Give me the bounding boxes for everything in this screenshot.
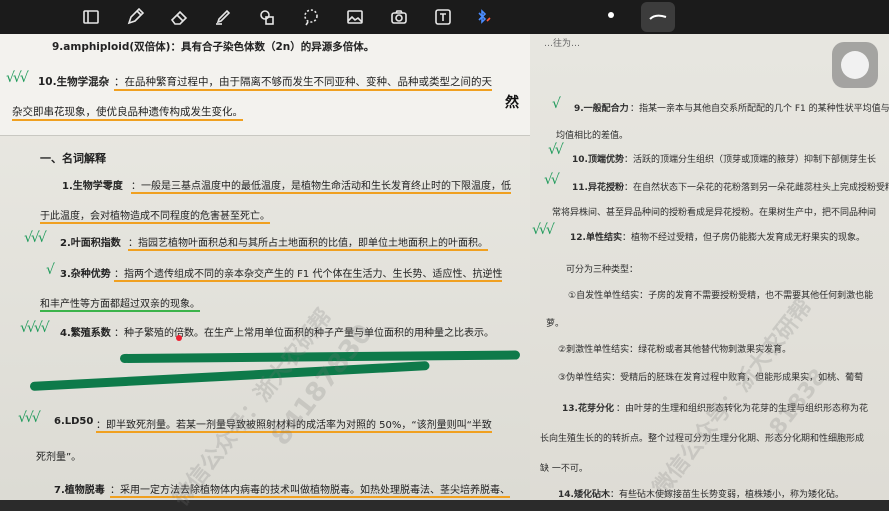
highlighter-icon[interactable] bbox=[212, 6, 234, 28]
definition-text: ：在品种繁育过程中，由于隔离不够而发生不同亚种、变种、品种或类型之间的天 bbox=[114, 74, 492, 91]
term-label: 12.单性结实 bbox=[570, 233, 622, 243]
stamp-glyph: 然 bbox=[505, 95, 519, 111]
section-heading: 一、名词解释 bbox=[40, 152, 106, 165]
pen-icon[interactable] bbox=[124, 6, 146, 28]
definition-text: ：一般是三基点温度中的最低温度，是植物生命活动和生长发育终止时的下限温度，低 bbox=[131, 177, 511, 194]
eraser-icon[interactable] bbox=[168, 6, 190, 28]
bluetooth-pen-icon[interactable] bbox=[472, 6, 494, 28]
check-mark: √√ bbox=[544, 172, 560, 188]
term-label: 7.植物脱毒 bbox=[54, 485, 105, 496]
definition-text: 杂交即串花现象，使优良品种遗传构成发生变化。 bbox=[12, 104, 243, 121]
lasso-icon[interactable] bbox=[300, 6, 322, 28]
term-label: 1.生物学零度 bbox=[62, 181, 123, 192]
shapes-icon[interactable] bbox=[256, 6, 278, 28]
definition-text: ①自发性单性结实：子房的发育不需要授粉受精，也不需要其他任何刺激也能 bbox=[568, 291, 874, 301]
term-label: 14.矮化砧木 bbox=[558, 490, 610, 500]
term-label: 13.花芽分化 bbox=[562, 404, 614, 414]
check-mark: √√√ bbox=[18, 410, 41, 426]
definition-text: 常将异株间、甚至异品种间的授粉看成是异花授粉。在果树生产中，把不同品种间 bbox=[552, 208, 877, 218]
check-mark: √√√√ bbox=[20, 320, 50, 336]
red-dot-mark bbox=[176, 335, 182, 341]
term-label: 10.顶端优势 bbox=[572, 155, 624, 165]
page-text: …往为… bbox=[544, 39, 581, 49]
definition-text: 死剂量”。 bbox=[36, 452, 82, 463]
camera-icon[interactable] bbox=[388, 6, 410, 28]
check-mark: √√√ bbox=[6, 70, 29, 86]
definition-text: ：植物不经过受精，但子房仍能膨大发育成无籽果实的现象。 bbox=[622, 233, 866, 243]
definition-text: 可分为三种类型： bbox=[566, 265, 639, 275]
stroke-sample-icon bbox=[649, 14, 667, 20]
definition-text: 均值相比的差值。 bbox=[556, 131, 629, 141]
stroke-width-button[interactable] bbox=[641, 2, 675, 32]
definition-text: 和丰产性等方面都超过双亲的现象。 bbox=[40, 295, 200, 312]
green-marker-stroke bbox=[119, 350, 521, 363]
definition-text: ：有些砧木使嫁接苗生长势变弱，植株矮小，称为矮化砧。 bbox=[610, 490, 845, 500]
assistive-touch-button[interactable] bbox=[832, 42, 878, 88]
definition-text: 缺 一不可。 bbox=[540, 464, 588, 474]
image-icon[interactable] bbox=[344, 6, 366, 28]
assistive-touch-knob bbox=[841, 51, 869, 79]
definition-text: 萝。 bbox=[546, 319, 565, 329]
line-amphiploid: 9.amphiploid(双倍体)：具有合子染色体数（2n）的异源多倍体。 bbox=[52, 41, 375, 53]
term-label: 6.LD50 bbox=[54, 416, 94, 427]
definition-text: 于此温度，会对植物造成不同程度的危害甚至死亡。 bbox=[40, 207, 270, 224]
check-mark: √√√ bbox=[532, 222, 555, 238]
term-label: 3.杂种优势 bbox=[60, 269, 111, 280]
check-mark: √ bbox=[46, 262, 55, 278]
term-label: 11.异花授粉 bbox=[572, 183, 624, 193]
term-label: 9.一般配合力 bbox=[574, 104, 629, 114]
definition-text: ：指某一亲本与其他自交系所配配的几个 F1 的某种性状平均值与 bbox=[630, 104, 889, 114]
check-mark: √ bbox=[552, 96, 561, 112]
left-page: 9.amphiploid(双倍体)：具有合子染色体数（2n）的异源多倍体。 √√… bbox=[0, 0, 530, 511]
check-mark: √√√ bbox=[24, 230, 47, 246]
term-label: 10.生物学混杂 bbox=[38, 76, 110, 88]
green-marker-stroke bbox=[29, 361, 430, 391]
definition-text: ：在自然状态下一朵花的花粉落到另一朵花雌蕊柱头上完成授粉受精 bbox=[624, 183, 889, 193]
term-label: 4.繁殖系数 bbox=[60, 328, 111, 339]
definition-text: ：活跃的顶端分生组织（顶芽或顶端的腋芽）抑制下部侧芽生长 bbox=[624, 155, 877, 165]
definition-text: ：指园艺植物叶面积总和与其所占土地面积的比值，即单位土地面积上的叶面积。 bbox=[128, 234, 488, 251]
annotation-toolbar bbox=[0, 0, 889, 34]
definition-text: ：指两个遗传组成不同的亲本杂交产生的 F1 代个体在生活力、生长势、适应性、抗逆… bbox=[114, 265, 503, 282]
page-icon[interactable] bbox=[80, 6, 102, 28]
text-icon[interactable] bbox=[432, 6, 454, 28]
color-dot-white[interactable] bbox=[608, 12, 614, 18]
check-mark: √√ bbox=[548, 142, 564, 158]
term-label: 2.叶面积指数 bbox=[60, 238, 121, 249]
